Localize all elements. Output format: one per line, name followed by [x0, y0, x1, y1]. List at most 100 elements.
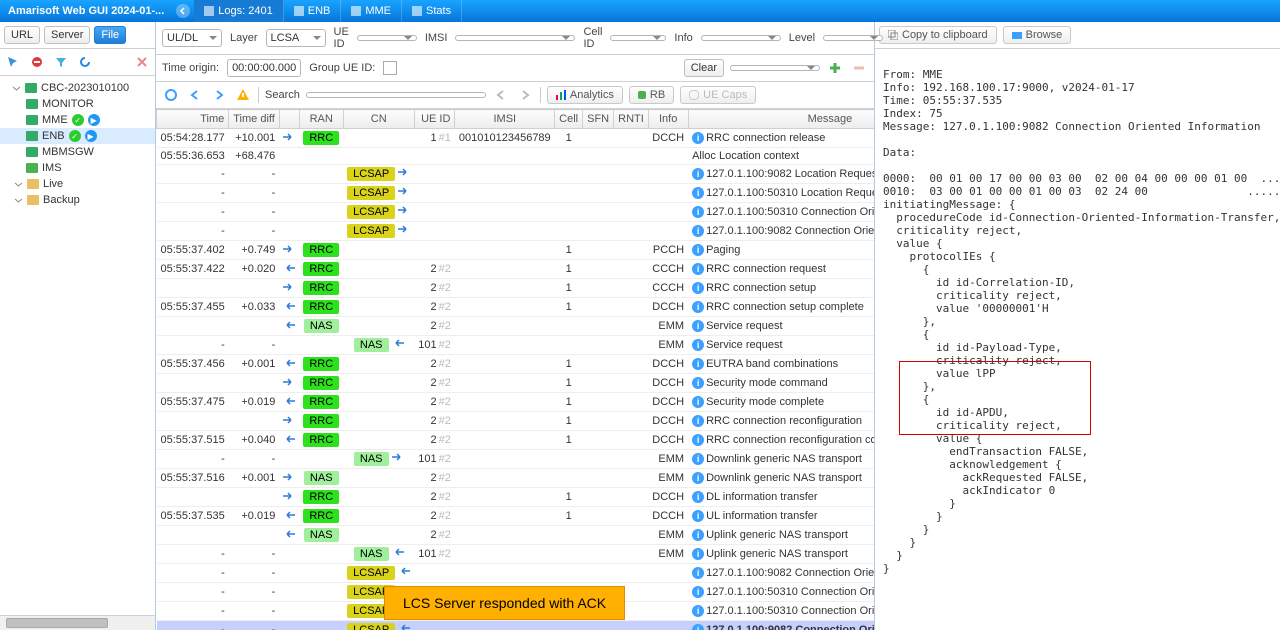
- refresh-icon[interactable]: [76, 53, 94, 71]
- tree-label: MME: [42, 114, 68, 126]
- search-next-icon[interactable]: [516, 86, 534, 104]
- table-row[interactable]: --NAS 101#2EMMiUplink generic NAS transp…: [157, 545, 875, 564]
- table-row[interactable]: --LCSAP i127.0.1.100:9082 Connection Ori…: [157, 564, 875, 583]
- col-cn[interactable]: CN: [343, 110, 414, 129]
- twisty-icon[interactable]: [14, 196, 23, 205]
- search-prev-icon[interactable]: [492, 86, 510, 104]
- table-row[interactable]: --LCSAP i127.0.1.100:50310 Location Requ…: [157, 184, 875, 203]
- col-dir[interactable]: [279, 110, 299, 129]
- server-button[interactable]: Server: [44, 26, 90, 44]
- table-row[interactable]: RRC2#21CCCHiRRC connection setup: [157, 279, 875, 298]
- tree-node-mbmsgw[interactable]: MBMSGW: [0, 144, 155, 160]
- imsi-select[interactable]: [455, 35, 575, 41]
- h-scrollbar[interactable]: [0, 615, 155, 630]
- cellid-select[interactable]: [610, 35, 666, 41]
- uldl-select[interactable]: UL/DL: [162, 29, 222, 47]
- info-icon: i: [692, 206, 704, 218]
- tree-node-monitor[interactable]: MONITOR: [0, 96, 155, 112]
- table-row[interactable]: RRC2#21DCCHiRRC connection reconfigurati…: [157, 412, 875, 431]
- search-input[interactable]: [306, 92, 486, 98]
- left-icon-row: [0, 49, 155, 76]
- table-row[interactable]: 05:55:37.515+0.040RRC2#21DCCHiRRC connec…: [157, 431, 875, 450]
- info-icon: i: [692, 320, 704, 332]
- table-header-row: TimeTime diff RANCNUE IDIMSICellSFNRNTIIn…: [157, 110, 875, 129]
- col-sfn[interactable]: SFN: [583, 110, 614, 129]
- uecaps-button[interactable]: UE Caps: [680, 86, 756, 104]
- detail-text[interactable]: From: MME Info: 192.168.100.17:9000, v20…: [875, 49, 1280, 630]
- ueid-select[interactable]: [357, 35, 417, 41]
- table-row[interactable]: 05:55:37.422+0.020RRC2#21CCCHiRRC connec…: [157, 260, 875, 279]
- col-ran[interactable]: RAN: [299, 110, 343, 129]
- browse-button[interactable]: Browse: [1003, 26, 1072, 44]
- info-icon: i: [692, 586, 704, 598]
- table-row[interactable]: 05:55:37.455+0.033RRC2#21DCCHiRRC connec…: [157, 298, 875, 317]
- col-imsi[interactable]: IMSI: [455, 110, 555, 129]
- twisty-icon[interactable]: [12, 84, 21, 93]
- level-select[interactable]: [823, 35, 883, 41]
- col-message[interactable]: Message: [688, 110, 874, 129]
- tab-stats[interactable]: Stats: [402, 0, 462, 22]
- titlebar: Amarisoft Web GUI 2024-01-... Logs: 2401…: [0, 0, 1280, 22]
- prev-icon[interactable]: [186, 86, 204, 104]
- table-row[interactable]: NAS2#2EMMiUplink generic NAS transport: [157, 526, 875, 545]
- add-icon[interactable]: [826, 59, 844, 77]
- tree-node-backup[interactable]: Backup: [0, 192, 155, 208]
- warning-icon[interactable]: [234, 86, 252, 104]
- close-icon[interactable]: [133, 53, 151, 71]
- info-select[interactable]: [701, 35, 781, 41]
- back-icon[interactable]: [176, 4, 190, 18]
- tree-node-cbc-2023010100[interactable]: CBC-2023010100: [0, 80, 155, 96]
- col-rnti[interactable]: RNTI: [614, 110, 649, 129]
- tree-node-live[interactable]: Live: [0, 176, 155, 192]
- rb-button[interactable]: RB: [629, 86, 674, 104]
- tree-node-enb[interactable]: ENB✓▶: [0, 128, 155, 144]
- url-button[interactable]: URL: [4, 26, 40, 44]
- clear-button[interactable]: Clear: [684, 59, 724, 77]
- tree-node-mme[interactable]: MME✓▶: [0, 112, 155, 128]
- layer-select[interactable]: LCSA: [266, 29, 326, 47]
- twisty-icon[interactable]: [14, 180, 23, 189]
- table-row[interactable]: --LCSAP i127.0.1.100:9082 Connection Ori…: [157, 621, 875, 630]
- tab-mme[interactable]: MME: [341, 0, 402, 22]
- table-row[interactable]: 05:55:37.402+0.749RRC1PCCHiPaging: [157, 241, 875, 260]
- table-row[interactable]: 05:55:36.653+68.476Alloc Location contex…: [157, 148, 875, 165]
- table-row[interactable]: RRC2#21DCCHiDL information transfer: [157, 488, 875, 507]
- left-toolbar: URL Server File: [0, 22, 155, 49]
- remove-icon[interactable]: [850, 59, 868, 77]
- table-row[interactable]: RRC2#21DCCHiSecurity mode command: [157, 374, 875, 393]
- file-button[interactable]: File: [94, 26, 126, 44]
- table-row[interactable]: --NAS 101#2EMMiService request: [157, 336, 875, 355]
- funnel-icon[interactable]: [52, 53, 70, 71]
- group-ueid-checkbox[interactable]: [383, 61, 397, 75]
- tab-enb[interactable]: ENB: [284, 0, 342, 22]
- table-row[interactable]: 05:55:37.535+0.019RRC2#21DCCHiUL informa…: [157, 507, 875, 526]
- tree-node-ims[interactable]: IMS: [0, 160, 155, 176]
- clear-subject-select[interactable]: [730, 65, 820, 71]
- table-row[interactable]: --LCSAP i127.0.1.100:9082 Location Reque…: [157, 165, 875, 184]
- col-cell[interactable]: Cell: [555, 110, 583, 129]
- tab-logs-2401[interactable]: Logs: 2401: [194, 0, 283, 22]
- table-row[interactable]: NAS2#2EMMiService request: [157, 317, 875, 336]
- analytics-button[interactable]: Analytics: [547, 86, 623, 104]
- table-row[interactable]: 05:55:37.456+0.001RRC2#21DCCHiEUTRA band…: [157, 355, 875, 374]
- time-origin-input[interactable]: 00:00:00.000: [227, 59, 301, 77]
- stop-icon[interactable]: [28, 53, 46, 71]
- table-row[interactable]: --LCSAP i127.0.1.100:9082 Connection Ori…: [157, 222, 875, 241]
- col-time-diff[interactable]: Time diff: [229, 110, 280, 129]
- table-row[interactable]: --LCSAP i127.0.1.100:50310 Connection Or…: [157, 203, 875, 222]
- table-row[interactable]: --NAS 101#2EMMiDownlink generic NAS tran…: [157, 450, 875, 469]
- table-row[interactable]: 05:55:37.516+0.001NAS2#2EMMiDownlink gen…: [157, 469, 875, 488]
- list-icon: [204, 6, 214, 16]
- next-icon[interactable]: [210, 86, 228, 104]
- col-info[interactable]: Info: [648, 110, 688, 129]
- info-icon: i: [692, 567, 704, 579]
- table-row[interactable]: 05:54:28.177+10.001RRC1#1001010123456789…: [157, 129, 875, 148]
- col-time[interactable]: Time: [157, 110, 229, 129]
- copy-button[interactable]: Copy to clipboard: [879, 26, 997, 44]
- table-row[interactable]: 05:55:37.475+0.019RRC2#21DCCHiSecurity m…: [157, 393, 875, 412]
- log-grid[interactable]: TimeTime diff RANCNUE IDIMSICellSFNRNTIIn…: [156, 109, 874, 630]
- pointer-icon[interactable]: [4, 53, 22, 71]
- home-icon[interactable]: [162, 86, 180, 104]
- col-ue-id[interactable]: UE ID: [414, 110, 455, 129]
- filter-row-2: Time origin: 00:00:00.000 Group UE ID: C…: [156, 55, 874, 82]
